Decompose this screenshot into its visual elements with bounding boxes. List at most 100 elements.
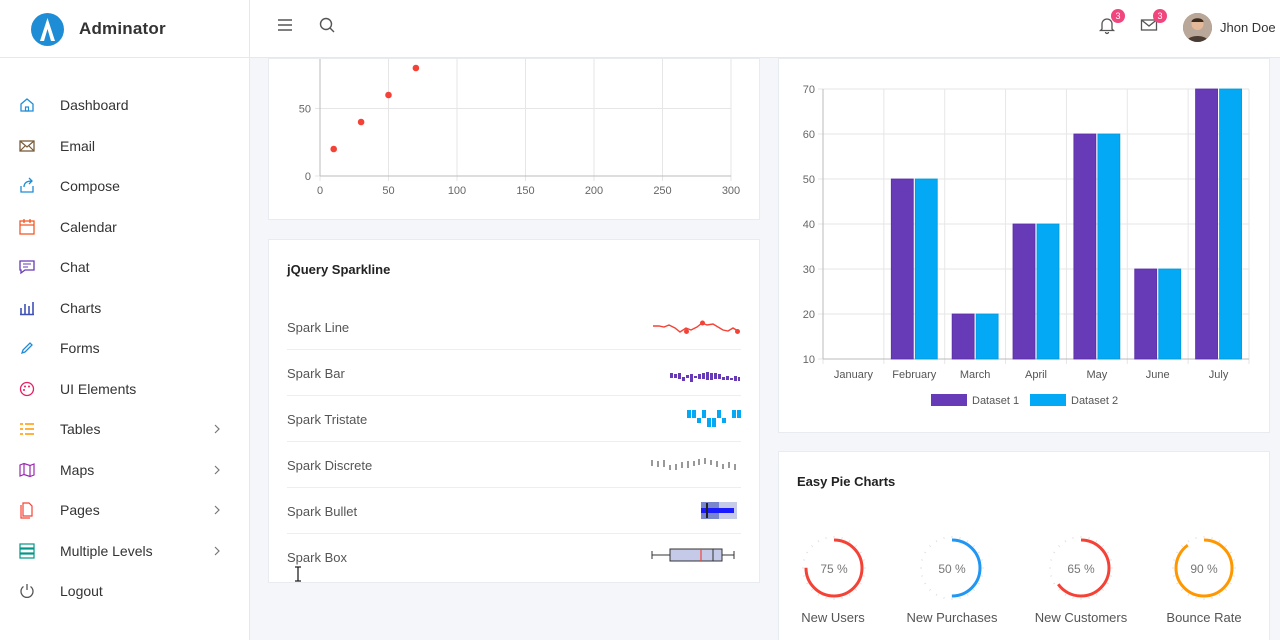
sidebar-item-forms[interactable]: Forms bbox=[0, 330, 250, 366]
pie-new-customers[interactable]: 65 % bbox=[1049, 536, 1113, 600]
x-tick-label: February bbox=[892, 369, 937, 381]
spark-row-line: Spark Line bbox=[287, 304, 741, 350]
pie-tick bbox=[972, 588, 975, 591]
sidebar-item-compose[interactable]: Compose bbox=[0, 168, 250, 204]
sidebar-item-charts[interactable]: Charts bbox=[0, 290, 250, 326]
files-icon bbox=[20, 502, 33, 519]
chevron-right-icon bbox=[214, 546, 220, 556]
user-name[interactable]: Jhon Doe bbox=[1220, 20, 1276, 35]
sidebar-item-pages[interactable]: Pages bbox=[0, 492, 250, 528]
pie-tick bbox=[1224, 588, 1227, 591]
bar bbox=[890, 178, 914, 360]
x-tick-label: June bbox=[1146, 369, 1170, 381]
sidebar-item-chat[interactable]: Chat bbox=[0, 249, 250, 285]
y-tick-label: 30 bbox=[803, 264, 815, 276]
pie-tick bbox=[1064, 593, 1067, 596]
pie-bounce-rate[interactable]: 90 % bbox=[1172, 536, 1236, 600]
brand[interactable]: Adminator bbox=[0, 0, 250, 58]
sidebar-item-email[interactable]: Email bbox=[0, 128, 250, 164]
pie-tick bbox=[1049, 559, 1053, 561]
card-title: Easy Pie Charts bbox=[797, 474, 896, 489]
spark-row-box: Spark Box bbox=[287, 534, 741, 580]
top-header: Adminator 3 3 Jhon Doe bbox=[0, 0, 1280, 58]
pie-tick bbox=[1058, 588, 1061, 591]
spark-label: Spark Bullet bbox=[287, 504, 358, 519]
pie-tick bbox=[1211, 536, 1213, 540]
sidebar-item-label: Maps bbox=[60, 462, 95, 478]
spark-discrete-chart[interactable] bbox=[651, 450, 741, 480]
pie-tick bbox=[825, 536, 827, 540]
pie-value: 50 % bbox=[938, 562, 966, 576]
pie-tick bbox=[1229, 551, 1232, 554]
spark-tristate-chart[interactable] bbox=[651, 404, 741, 434]
spark-label: Spark Tristate bbox=[287, 412, 368, 427]
chevron-right-icon bbox=[214, 424, 220, 434]
pie-tick bbox=[841, 596, 843, 600]
pie-tick bbox=[1232, 559, 1236, 561]
easy-pie-charts-card: Easy Pie Charts 75 % New Users 50 % New … bbox=[778, 451, 1270, 640]
scatter-point bbox=[412, 64, 420, 72]
bar bbox=[914, 178, 938, 360]
search-icon[interactable] bbox=[316, 14, 338, 36]
scatter-point bbox=[357, 118, 365, 126]
bar bbox=[1073, 133, 1097, 360]
pie-tick bbox=[943, 596, 945, 600]
bar bbox=[1134, 268, 1158, 360]
pie-new-users[interactable]: 75 % bbox=[802, 536, 866, 600]
spark-bar-chart[interactable] bbox=[651, 358, 741, 388]
x-tick-label: April bbox=[1025, 369, 1047, 381]
pie-tick bbox=[1176, 582, 1179, 585]
sidebar-item-label: Compose bbox=[60, 178, 120, 194]
pie-tick bbox=[977, 582, 980, 585]
sidebar-item-ui-elements[interactable]: UI Elements bbox=[0, 371, 250, 407]
scatter-point bbox=[330, 145, 337, 153]
sidebar-item-calendar[interactable]: Calendar bbox=[0, 209, 250, 245]
spark-line-chart[interactable] bbox=[651, 312, 741, 342]
bar bbox=[1195, 88, 1218, 360]
sidebar-item-dashboard[interactable]: Dashboard bbox=[0, 87, 250, 123]
pie-tick bbox=[943, 536, 945, 540]
pie-new-purchases[interactable]: 50 % bbox=[920, 536, 984, 600]
notifications-bell-icon[interactable]: 3 bbox=[1096, 9, 1125, 36]
messages-envelope-icon[interactable]: 3 bbox=[1138, 9, 1167, 36]
pie-tick bbox=[811, 545, 814, 548]
notifications-badge: 3 bbox=[1111, 9, 1125, 23]
pie-tick bbox=[1229, 582, 1232, 585]
menu-toggle-icon[interactable] bbox=[274, 14, 296, 36]
spark-row-bar: Spark Bar bbox=[287, 350, 741, 396]
y-tick-label: 50 bbox=[803, 174, 815, 186]
layers-icon bbox=[19, 543, 35, 559]
pie-tick bbox=[1058, 545, 1061, 548]
sidebar-item-label: Pages bbox=[60, 502, 100, 518]
spark-row-bullet: Spark Bullet bbox=[287, 488, 741, 534]
y-tick-label: 40 bbox=[803, 219, 815, 231]
pie-tick bbox=[1053, 551, 1056, 554]
pie-tick bbox=[929, 545, 932, 548]
spark-row-discrete: Spark Discrete bbox=[287, 442, 741, 488]
pie-label: New Users bbox=[801, 610, 865, 625]
pie-tick bbox=[966, 593, 969, 596]
sidebar-item-multiple-levels[interactable]: Multiple Levels bbox=[0, 533, 250, 569]
pie-tick bbox=[1088, 536, 1090, 540]
pie-tick bbox=[959, 596, 961, 600]
legend-label: Dataset 1 bbox=[972, 395, 1019, 407]
sidebar-item-label: Multiple Levels bbox=[60, 543, 153, 559]
scatter-point bbox=[385, 91, 392, 99]
pie-label: Bounce Rate bbox=[1166, 610, 1242, 625]
avatar[interactable] bbox=[1183, 13, 1212, 42]
pie-tick bbox=[929, 588, 932, 591]
spark-box-chart[interactable] bbox=[651, 542, 741, 572]
sidebar-item-logout[interactable]: Logout bbox=[0, 573, 250, 609]
pie-tick bbox=[817, 540, 820, 543]
spark-bullet-chart[interactable] bbox=[651, 496, 741, 526]
pie-tick bbox=[935, 593, 938, 596]
brand-logo-icon bbox=[31, 12, 64, 46]
sidebar-item-maps[interactable]: Maps bbox=[0, 452, 250, 488]
pie-tick bbox=[1187, 593, 1190, 596]
pencil-icon bbox=[20, 342, 33, 355]
y-tick-label: 10 bbox=[803, 354, 815, 366]
sidebar-item-tables[interactable]: Tables bbox=[0, 411, 250, 447]
pie-tick bbox=[825, 596, 827, 600]
pie-tick bbox=[1106, 582, 1109, 585]
spark-label: Spark Discrete bbox=[287, 458, 373, 473]
